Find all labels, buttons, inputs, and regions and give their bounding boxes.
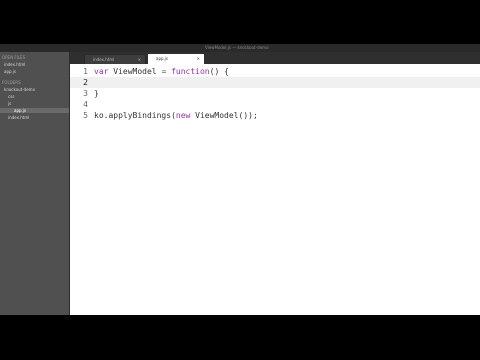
sidebar-item-folder-css[interactable]: css xyxy=(8,94,14,99)
tab-app-js[interactable]: app.js × xyxy=(148,54,204,64)
video-letterbox-bottom xyxy=(0,315,480,360)
line-number: 3 xyxy=(83,89,88,98)
code-line-5: 5 ko.applyBindings(new ViewModel()); xyxy=(70,110,480,121)
code-editor[interactable]: 1 var ViewModel = function() { 2 3 } 4 5… xyxy=(70,64,480,315)
code-line-3: 3 } xyxy=(70,88,480,99)
video-letterbox-top xyxy=(0,0,480,44)
sidebar-item-file[interactable]: index.html xyxy=(8,115,29,120)
code-line-1: 1 var ViewModel = function() { xyxy=(70,66,480,77)
sidebar-item-project-folder[interactable]: knockout-demo xyxy=(4,87,35,92)
close-icon[interactable]: × xyxy=(197,54,200,64)
sidebar-item-folder-js[interactable]: js xyxy=(8,101,11,106)
sidebar-header-open-files: OPEN FILES xyxy=(2,55,26,60)
editor-window: ViewModel.js — knockout-demo OPEN FILES … xyxy=(0,44,480,315)
sidebar-header-folders: FOLDERS xyxy=(2,80,21,85)
title-bar: ViewModel.js — knockout-demo xyxy=(0,44,480,52)
window-title: ViewModel.js — knockout-demo xyxy=(205,45,269,50)
tab-label: app.js xyxy=(156,56,168,61)
line-number: 1 xyxy=(83,67,88,76)
code-text: ko.applyBindings(new ViewModel()); xyxy=(94,111,258,120)
code-line-4: 4 xyxy=(70,99,480,110)
line-number: 5 xyxy=(83,111,88,120)
line-number: 2 xyxy=(83,78,88,87)
sidebar-item-open-file-1[interactable]: index.html xyxy=(4,62,25,67)
sidebar-item-file-selected[interactable]: app.js xyxy=(0,108,69,113)
tab-label: index.html xyxy=(93,57,115,62)
code-line-2: 2 xyxy=(70,77,480,88)
sidebar-item-open-file-2[interactable]: app.js xyxy=(4,69,16,74)
code-text: var ViewModel = function() { xyxy=(94,67,229,76)
code-text: } xyxy=(94,89,99,98)
tab-bar: index.html × app.js × xyxy=(70,52,480,64)
sidebar: OPEN FILES index.html app.js FOLDERS kno… xyxy=(0,52,70,315)
line-number: 4 xyxy=(83,100,88,109)
tab-index-html[interactable]: index.html × xyxy=(84,54,146,64)
